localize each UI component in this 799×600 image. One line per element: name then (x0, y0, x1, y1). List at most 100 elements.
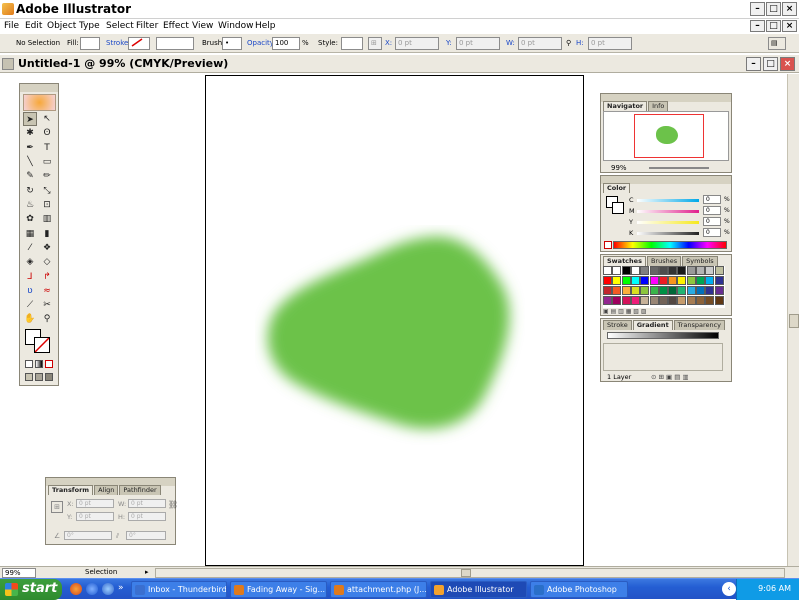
doc-minimize-button[interactable]: – (750, 20, 765, 32)
color-spectrum-bar[interactable] (613, 241, 727, 249)
document-minimize-button[interactable]: – (746, 57, 761, 71)
tab-navigator[interactable]: Navigator (603, 101, 648, 111)
color-swatch[interactable] (649, 276, 659, 285)
transform-x-input[interactable]: 0 pt (76, 499, 114, 508)
zoom-tool-icon[interactable]: ⚲ (40, 312, 54, 326)
tab-color[interactable]: Color (603, 183, 631, 193)
color-swatch[interactable] (658, 286, 668, 295)
yellow-slider[interactable] (637, 221, 699, 224)
color-swatch[interactable] (677, 286, 687, 295)
none-color-icon[interactable] (604, 241, 612, 249)
color-swatch[interactable] (696, 286, 705, 295)
menu-type[interactable]: Type (79, 19, 100, 33)
color-swatch[interactable] (630, 296, 640, 305)
tab-transparency[interactable]: Transparency (673, 320, 726, 330)
color-swatch[interactable] (640, 296, 650, 305)
eyedropper-tool-icon[interactable]: ⁄ (23, 241, 37, 255)
style-dropdown[interactable] (341, 37, 363, 50)
color-swatch[interactable] (714, 276, 724, 285)
taskbar-item-photoshop[interactable]: Adobe Photoshop (530, 581, 628, 598)
color-swatch[interactable] (686, 296, 696, 305)
eraser-tool-icon[interactable]: ʋ (23, 284, 37, 298)
tray-expand-icon[interactable]: ‹ (722, 582, 736, 596)
color-swatch[interactable] (649, 266, 659, 275)
color-swatch[interactable] (612, 266, 622, 275)
color-swatch[interactable] (630, 286, 640, 295)
firefox-icon[interactable] (70, 583, 82, 595)
line-tool-icon[interactable]: ╲ (23, 155, 37, 169)
color-swatch[interactable] (612, 276, 622, 285)
warp-tool-icon[interactable]: ♨ (23, 198, 37, 212)
constrain-proportions-icon[interactable]: ⚲ (566, 39, 571, 47)
doc-restore-button[interactable]: □ (766, 20, 781, 32)
selection-tool-icon[interactable]: ➤ (23, 112, 37, 126)
cyan-input[interactable]: 0 (703, 195, 721, 204)
color-swatch[interactable] (696, 266, 705, 275)
color-swatch[interactable] (649, 286, 659, 295)
color-swatch[interactable] (705, 276, 715, 285)
knife-tool-icon[interactable]: ⟋ (23, 298, 37, 312)
pen-tool-icon[interactable]: ✒ (23, 141, 37, 155)
color-swatch[interactable] (677, 266, 687, 275)
tab-transform[interactable]: Transform (48, 485, 94, 495)
color-stroke-box[interactable] (612, 202, 624, 214)
tab-symbols[interactable]: Symbols (682, 256, 718, 266)
stroke-weight-field[interactable] (156, 37, 194, 50)
color-swatch[interactable] (603, 276, 612, 285)
document-maximize-button[interactable]: □ (763, 57, 778, 71)
navigator-zoom-value[interactable]: 99% (611, 164, 627, 172)
color-swatch[interactable] (714, 296, 724, 305)
navigator-preview[interactable] (603, 111, 729, 161)
gradient-slider[interactable] (607, 332, 719, 339)
color-swatch[interactable] (686, 266, 696, 275)
full-screen-menu-mode-icon[interactable] (35, 373, 43, 381)
rectangle-tool-icon[interactable]: ▭ (40, 155, 54, 169)
menu-window[interactable]: Window (218, 19, 254, 33)
color-swatch[interactable] (714, 266, 724, 275)
slice-select-tool-icon[interactable]: ↱ (40, 270, 54, 284)
x-input[interactable]: 0 pt (395, 37, 439, 50)
yellow-input[interactable]: 0 (703, 217, 721, 226)
swatches-footer-icons[interactable]: ▣ ▤ ▥ ▦ ▧ ▨ (603, 308, 725, 316)
status-arrow-icon[interactable]: ▸ (145, 568, 149, 576)
doc-close-button[interactable]: × (782, 20, 797, 32)
transform-reference-point-icon[interactable]: ⊞ (51, 501, 63, 513)
menu-object[interactable]: Object (47, 19, 76, 33)
menu-view[interactable]: View (192, 19, 213, 33)
tab-stroke[interactable]: Stroke (603, 320, 632, 330)
menu-edit[interactable]: Edit (25, 19, 42, 33)
black-slider[interactable] (637, 232, 699, 235)
color-swatch[interactable] (630, 276, 640, 285)
layers-list[interactable] (603, 343, 723, 371)
mesh-tool-icon[interactable]: ▦ (23, 227, 37, 241)
color-swatch[interactable] (668, 286, 678, 295)
document-close-button[interactable]: × (780, 57, 795, 71)
maximize-button[interactable]: □ (766, 2, 781, 16)
magic-wand-tool-icon[interactable]: ✱ (23, 126, 37, 140)
navigator-zoom-slider[interactable] (649, 167, 709, 169)
color-swatch[interactable] (668, 296, 678, 305)
stroke-swatch[interactable] (128, 37, 150, 50)
stroke-label[interactable]: Stroke: (106, 39, 131, 47)
color-swatch[interactable] (668, 266, 678, 275)
live-paint-bucket-tool-icon[interactable]: ◈ (23, 255, 37, 269)
reference-point-icon[interactable]: ⊞ (368, 37, 382, 50)
gradient-mode-icon[interactable] (35, 360, 43, 368)
color-swatch[interactable] (658, 296, 668, 305)
gradient-tool-icon[interactable]: ▮ (40, 227, 54, 241)
color-swatch[interactable] (603, 296, 612, 305)
green-blob-shape[interactable] (255, 225, 525, 445)
color-swatch[interactable] (630, 266, 640, 275)
transform-h-input[interactable]: 0 pt (128, 512, 166, 521)
direct-selection-tool-icon[interactable]: ↖ (40, 112, 54, 126)
internet-explorer-icon[interactable] (86, 583, 98, 595)
thunderbird-quicklaunch-icon[interactable] (102, 583, 114, 595)
scissors-cut-tool-icon[interactable]: ✂ (40, 298, 54, 312)
live-paint-selection-tool-icon[interactable]: ◇ (40, 255, 54, 269)
color-swatch[interactable] (677, 296, 687, 305)
y-input[interactable]: 0 pt (456, 37, 500, 50)
fill-swatch[interactable] (80, 37, 100, 50)
color-swatch[interactable] (705, 296, 715, 305)
paintbrush-tool-icon[interactable]: ✎ (23, 169, 37, 183)
rotate-tool-icon[interactable]: ↻ (23, 184, 37, 198)
